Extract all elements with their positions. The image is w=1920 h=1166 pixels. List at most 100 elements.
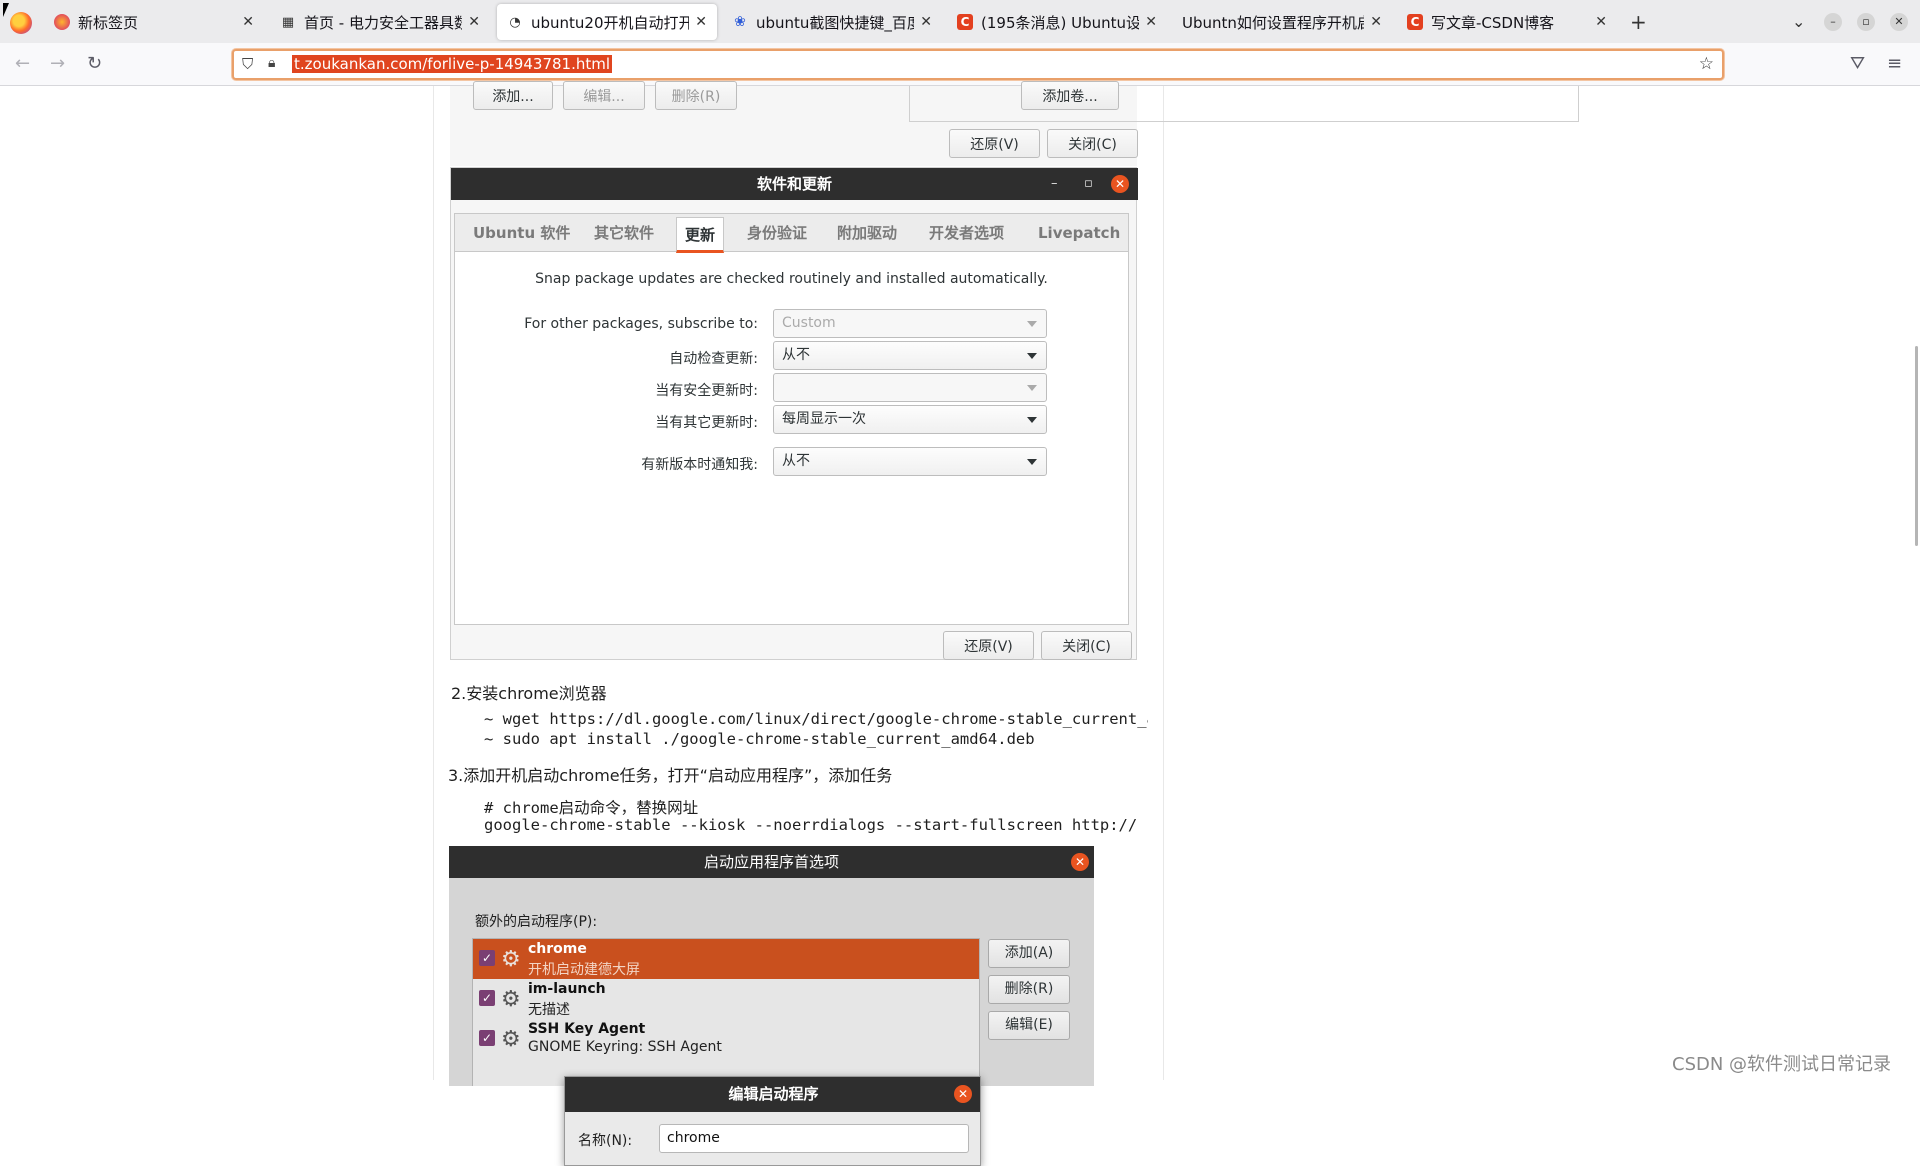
tab-title: ubuntu20开机自动打开浏 xyxy=(531,13,690,32)
grid-icon: ▦ xyxy=(281,14,295,30)
tracking-shield-icon[interactable]: ⛉ xyxy=(242,55,253,73)
sources-groupbox xyxy=(909,86,1579,122)
page-scrollbar[interactable] xyxy=(1915,346,1918,546)
restore-window-icon[interactable]: ▫ xyxy=(1857,13,1875,31)
hamburger-menu-icon[interactable]: ≡ xyxy=(1887,53,1902,74)
tab-livepatch[interactable]: Livepatch xyxy=(1038,214,1120,252)
tab-notebook: Ubuntu 软件 其它软件 更新 身份验证 附加驱动 开发者选项 Livepa… xyxy=(454,213,1129,625)
tab-new-tab[interactable]: 新标签页 ✕ xyxy=(44,4,264,40)
close-dialog-icon[interactable]: ✕ xyxy=(1111,175,1129,193)
tab-authentication[interactable]: 身份验证 xyxy=(747,214,807,252)
auto-check-combo[interactable]: 从不 xyxy=(773,341,1047,370)
startup-programs-list: ✓ ⚙ chrome 开机启动建德大屏 ✓ ⚙ im-launch 无描述 ✓ … xyxy=(472,938,980,1086)
tab-updates[interactable]: 更新 xyxy=(676,217,725,253)
notify-new-version-combo[interactable]: 从不 xyxy=(773,447,1047,476)
address-bar[interactable]: ⛉ 🔒︎ t.zoukankan.com/forlive-p-14943781.… xyxy=(232,49,1724,80)
tab-ubuntu-autostart[interactable]: ◔ ubuntu20开机自动打开浏 ✕ xyxy=(497,4,717,40)
dropdown-caret-icon xyxy=(1027,417,1037,423)
item-name: SSH Key Agent xyxy=(528,1021,646,1037)
software-updates-dialog: 软件和更新 – ▫ ✕ Ubuntu 软件 其它软件 更新 身份验证 附加驱动 … xyxy=(450,167,1138,660)
gears-icon: ⚙ xyxy=(501,1027,521,1052)
code-line: # chrome启动命令，替换网址 xyxy=(484,799,699,817)
item-name: im-launch xyxy=(528,981,606,997)
checkbox-checked-icon[interactable]: ✓ xyxy=(479,990,495,1006)
dialog-title: 编辑启动程序 xyxy=(728,1085,819,1103)
tab-csdn-write[interactable]: C 写文章-CSDN博客 ✕ xyxy=(1397,4,1617,40)
baidu-paw-icon: ❀ xyxy=(734,14,746,30)
subscribe-combo[interactable]: Custom xyxy=(773,309,1047,338)
other-updates-combo[interactable]: 每周显示一次 xyxy=(773,405,1047,434)
revert-button[interactable]: 还原(V) xyxy=(949,129,1040,158)
list-tabs-chevron-icon[interactable]: ⌄ xyxy=(1792,12,1805,31)
close-tab-icon[interactable]: ✕ xyxy=(468,14,480,30)
tab-baidu-search[interactable]: ❀ ubuntu截图快捷键_百度搜 ✕ xyxy=(722,4,942,40)
edit-startup-button[interactable]: 编辑(E) xyxy=(988,1011,1070,1040)
list-item[interactable]: ✓ ⚙ im-launch 无描述 xyxy=(473,979,979,1019)
bookmark-star-icon[interactable]: ☆ xyxy=(1699,54,1714,74)
close-dialog-icon[interactable]: ✕ xyxy=(954,1085,972,1103)
remove-startup-button[interactable]: 删除(R) xyxy=(988,975,1070,1004)
add-startup-button[interactable]: 添加(A) xyxy=(988,939,1070,968)
close-button[interactable]: 关闭(C) xyxy=(1047,129,1138,158)
edit-source-button[interactable]: 编辑... xyxy=(563,81,645,110)
firefox-icon xyxy=(54,14,70,30)
close-tab-icon[interactable]: ✕ xyxy=(242,14,254,30)
csdn-icon: C xyxy=(957,14,973,30)
tab-power-tools[interactable]: ▦ 首页 - 电力安全工器具数字 ✕ xyxy=(270,4,490,40)
remove-source-button[interactable]: 删除(R) xyxy=(655,81,737,110)
add-source-button[interactable]: 添加... xyxy=(473,81,553,110)
firefox-menu-icon[interactable] xyxy=(10,12,32,34)
dropdown-caret-icon xyxy=(1027,385,1037,391)
mouse-cursor-icon xyxy=(3,3,9,17)
revert-button[interactable]: 还原(V) xyxy=(943,631,1034,660)
code-line: google-chrome-stable --kiosk --noerrdial… xyxy=(484,816,1138,834)
step-3-heading: 3.添加开机启动chrome任务，打开“启动应用程序”，添加任务 xyxy=(448,766,893,785)
list-item[interactable]: ✓ ⚙ chrome 开机启动建德大屏 xyxy=(473,939,979,979)
startup-list-label: 额外的启动程序(P): xyxy=(475,914,598,930)
lock-icon[interactable]: 🔒︎ xyxy=(268,55,275,71)
add-volume-button[interactable]: 添加卷... xyxy=(1021,81,1119,110)
tab-developer-options[interactable]: 开发者选项 xyxy=(929,214,1004,252)
minimize-window-icon[interactable]: – xyxy=(1824,13,1842,31)
close-tab-icon[interactable]: ✕ xyxy=(1145,14,1157,30)
maximize-icon[interactable]: ▫ xyxy=(1084,168,1093,200)
combo-value: Custom xyxy=(782,315,836,331)
tab-other-software[interactable]: 其它软件 xyxy=(594,214,654,252)
checkbox-checked-icon[interactable]: ✓ xyxy=(479,1030,495,1046)
dialog-titlebar: 软件和更新 – ▫ ✕ xyxy=(451,168,1138,200)
security-updates-combo[interactable] xyxy=(773,373,1047,402)
tab-title: 首页 - 电力安全工器具数字 xyxy=(304,13,463,32)
close-dialog-icon[interactable]: ✕ xyxy=(1071,853,1089,871)
list-item[interactable]: ✓ ⚙ SSH Key Agent GNOME Keyring: SSH Age… xyxy=(473,1019,979,1059)
close-tab-icon[interactable]: ✕ xyxy=(1595,14,1607,30)
notify-new-version-label: 有新版本时通知我: xyxy=(641,457,758,473)
tab-title: 新标签页 xyxy=(78,13,139,32)
close-button[interactable]: 关闭(C) xyxy=(1041,631,1132,660)
code-line: ~ wget https://dl.google.com/linux/direc… xyxy=(484,710,1148,728)
tab-csdn-messages[interactable]: C (195条消息) Ubuntu设置 ✕ xyxy=(947,4,1167,40)
close-window-icon[interactable]: ✕ xyxy=(1890,13,1908,31)
pocket-icon[interactable]: ⛛ xyxy=(1850,53,1865,74)
item-desc: 无描述 xyxy=(528,1002,570,1018)
new-tab-plus-icon[interactable]: + xyxy=(1630,10,1647,34)
close-tab-icon[interactable]: ✕ xyxy=(695,14,707,30)
dialog-title: 软件和更新 xyxy=(756,175,832,193)
close-tab-icon[interactable]: ✕ xyxy=(1370,14,1382,30)
forward-arrow-icon[interactable]: → xyxy=(50,53,65,74)
auto-check-label: 自动检查更新: xyxy=(669,351,758,367)
reload-icon[interactable]: ↻ xyxy=(87,53,102,74)
checkbox-checked-icon[interactable]: ✓ xyxy=(479,950,495,966)
back-arrow-icon[interactable]: ← xyxy=(15,53,30,74)
tab-strip: Ubuntu 软件 其它软件 更新 身份验证 附加驱动 开发者选项 Livepa… xyxy=(455,214,1128,253)
tab-ubuntn-autostart[interactable]: Ubuntn如何设置程序开机启 ✕ xyxy=(1172,4,1392,40)
code-line: ~ sudo apt install ./google-chrome-stabl… xyxy=(484,730,1035,748)
name-input[interactable]: chrome xyxy=(659,1124,969,1153)
tab-ubuntu-software[interactable]: Ubuntu 软件 xyxy=(473,214,570,252)
url-text[interactable]: t.zoukankan.com/forlive-p-14943781.html xyxy=(292,55,613,73)
navigation-toolbar: ← → ↻ ⛉ 🔒︎ t.zoukankan.com/forlive-p-149… xyxy=(0,43,1920,86)
minimize-icon[interactable]: – xyxy=(1051,168,1058,200)
step-2-heading: 2.安装chrome浏览器 xyxy=(451,684,607,703)
tab-additional-drivers[interactable]: 附加驱动 xyxy=(837,214,897,252)
close-tab-icon[interactable]: ✕ xyxy=(920,14,932,30)
tab-title: ubuntu截图快捷键_百度搜 xyxy=(756,13,914,32)
